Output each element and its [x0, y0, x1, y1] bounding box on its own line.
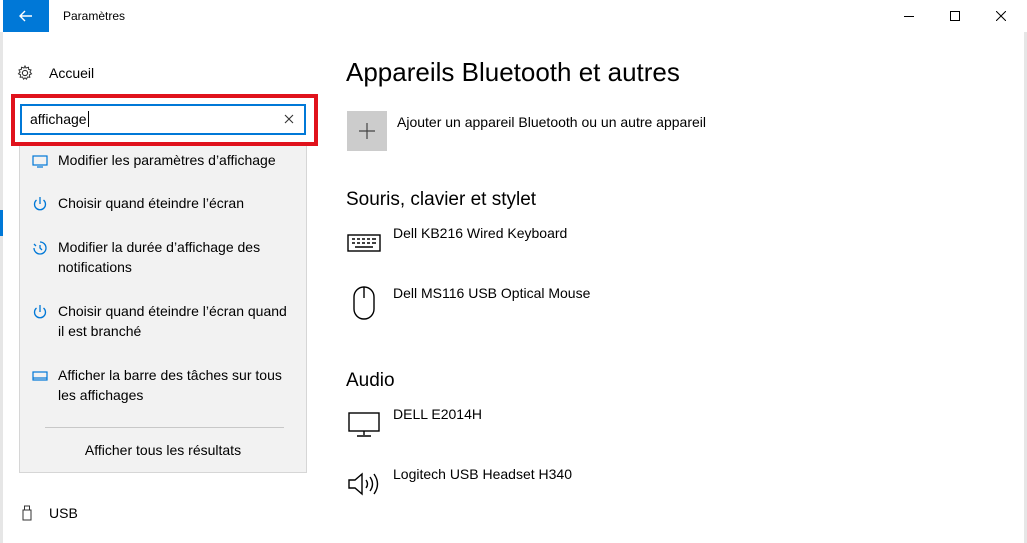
device-item[interactable]: Logitech USB Headset H340 [346, 466, 946, 506]
device-name: Logitech USB Headset H340 [393, 466, 572, 482]
suggestion-label: Choisir quand éteindre l’écran [58, 195, 244, 211]
clear-search-icon[interactable] [281, 111, 297, 127]
suggestion-label: Modifier la durée d’affichage des notifi… [58, 239, 261, 275]
dropdown-divider [45, 427, 284, 428]
window-title: Paramètres [63, 9, 126, 23]
left-window-edge [0, 32, 3, 543]
power-icon [33, 305, 47, 319]
device-item[interactable]: Dell KB216 Wired Keyboard [346, 225, 946, 265]
plus-icon [359, 123, 375, 139]
suggestion-label: Afficher la barre des tâches sur tous le… [58, 367, 282, 403]
taskbar-icon [32, 371, 48, 381]
search-suggestions-dropdown: Modifier les paramètres d’affichage Choi… [19, 146, 307, 473]
sidebar-item-label: Accueil [49, 65, 95, 81]
maximize-icon [950, 11, 960, 21]
search-input-value[interactable]: affichage [30, 111, 89, 127]
sidebar-item-usb[interactable]: USB [22, 503, 78, 523]
speaker-icon [346, 466, 382, 502]
show-all-results-link[interactable]: Afficher tous les résultats [20, 442, 306, 458]
device-name: Dell KB216 Wired Keyboard [393, 225, 568, 241]
maximize-button[interactable] [932, 0, 978, 32]
minimize-button[interactable] [886, 0, 932, 32]
suggestion-item[interactable]: Modifier la durée d’affichage des notifi… [20, 237, 306, 277]
sidebar-item-label: USB [49, 505, 78, 521]
sidebar-item-home[interactable]: Accueil [17, 62, 94, 84]
search-field[interactable]: affichage [20, 104, 306, 135]
gear-icon [17, 65, 33, 81]
add-device-button[interactable] [347, 111, 387, 151]
suggestion-item[interactable]: Choisir quand éteindre l’écran [20, 193, 306, 213]
display-icon [32, 155, 48, 168]
device-item[interactable]: Dell MS116 USB Optical Mouse [346, 285, 946, 325]
monitor-icon [346, 406, 382, 442]
device-name: Dell MS116 USB Optical Mouse [393, 285, 591, 301]
close-window-button[interactable] [978, 0, 1024, 32]
section-title-input-devices: Souris, clavier et stylet [346, 189, 537, 210]
device-name: DELL E2014H [393, 406, 482, 422]
suggestion-item[interactable]: Afficher la barre des tâches sur tous le… [20, 365, 306, 405]
left-edge-accent [0, 210, 3, 236]
suggestion-label: Modifier les paramètres d’affichage [58, 152, 276, 168]
page-title: Appareils Bluetooth et autres [346, 57, 680, 87]
section-title-audio: Audio [346, 370, 395, 391]
mouse-icon [346, 285, 382, 321]
suggestion-label: Choisir quand éteindre l’écran quand il … [58, 303, 287, 339]
title-bar: Paramètres [0, 0, 1027, 32]
suggestion-item[interactable]: Choisir quand éteindre l’écran quand il … [20, 301, 306, 341]
back-button[interactable] [3, 0, 49, 32]
minimize-icon [904, 16, 914, 17]
usb-icon [22, 505, 32, 521]
keyboard-icon [346, 225, 382, 261]
device-item[interactable]: DELL E2014H [346, 406, 946, 446]
notification-timer-icon [33, 241, 47, 255]
power-icon [33, 197, 47, 211]
add-device-label[interactable]: Ajouter un appareil Bluetooth ou un autr… [397, 114, 706, 130]
close-icon [996, 11, 1006, 21]
back-arrow-icon [19, 10, 32, 22]
suggestion-item[interactable]: Modifier les paramètres d’affichage [20, 150, 306, 170]
